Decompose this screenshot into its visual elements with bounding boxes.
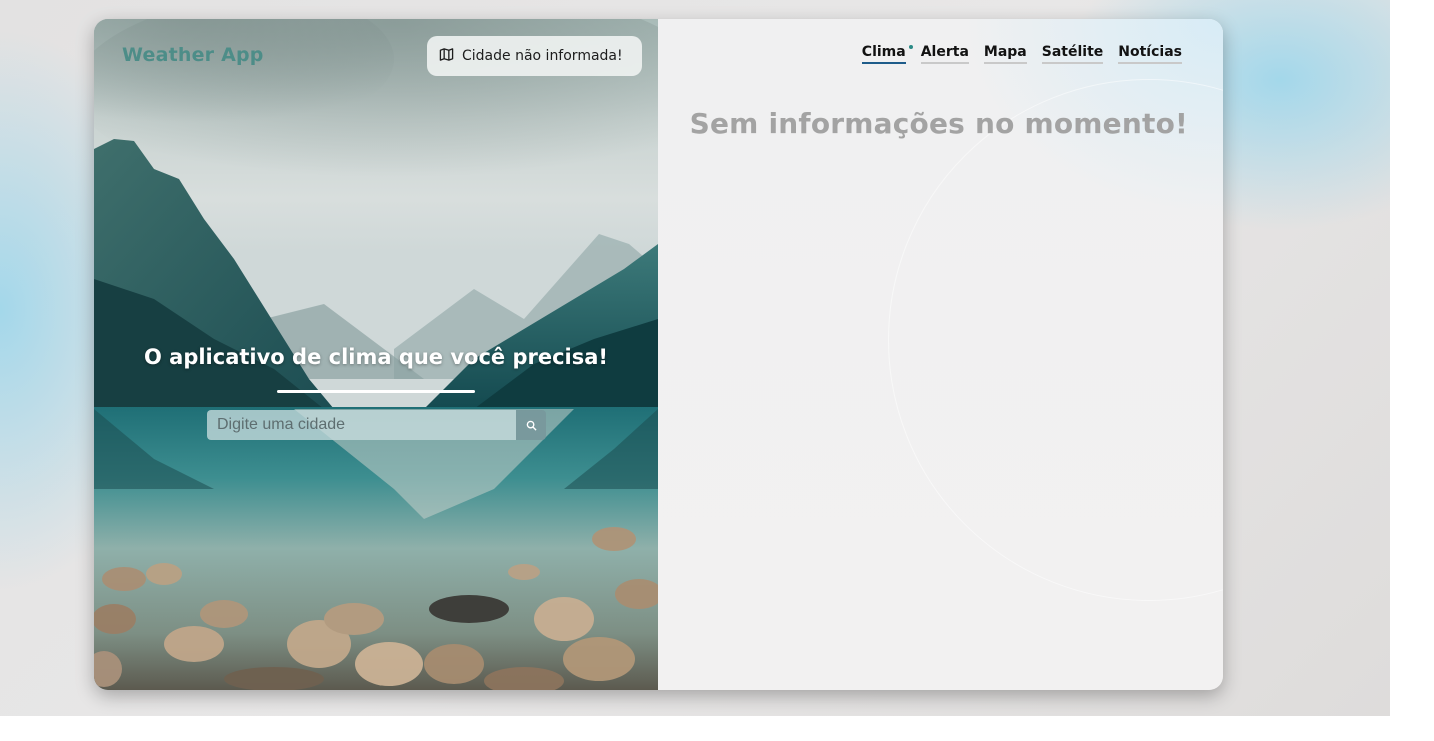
nav-item-mapa[interactable]: Mapa: [983, 44, 1027, 64]
nav-item-label: Alerta: [920, 44, 969, 60]
nav-item-label: Clima: [861, 44, 906, 60]
nav-item-satelite[interactable]: Satélite: [1041, 44, 1104, 64]
nav-item-label: Notícias: [1118, 44, 1182, 60]
search-icon: [526, 416, 537, 435]
hero-title-underline: [277, 390, 475, 393]
empty-state-message: Sem informações no momento!: [689, 107, 1188, 140]
nav-item-label: Mapa: [983, 44, 1027, 60]
city-search-input[interactable]: [207, 410, 516, 440]
main-nav: Clima Alerta Mapa Satélite Notícias: [861, 44, 1182, 64]
app-card: Weather App Cidade não informada! O apli…: [94, 19, 1223, 690]
nav-item-clima[interactable]: Clima: [861, 44, 913, 64]
nav-item-label: Satélite: [1041, 44, 1104, 60]
hero-title: O aplicativo de clima que você precisa!: [143, 345, 609, 369]
nav-item-noticias[interactable]: Notícias: [1118, 44, 1182, 64]
active-indicator-dot: [908, 45, 913, 49]
city-search: [207, 410, 546, 440]
brand-title: Weather App: [122, 44, 264, 66]
location-status-text: Cidade não informada!: [462, 48, 623, 64]
location-chip[interactable]: Cidade não informada!: [427, 36, 642, 76]
nav-item-alerta[interactable]: Alerta: [920, 44, 969, 64]
hero-panel: Weather App Cidade não informada! O apli…: [94, 19, 658, 690]
info-panel: Clima Alerta Mapa Satélite Notícias Sem …: [658, 19, 1223, 690]
map-icon: [439, 47, 454, 66]
search-button[interactable]: [516, 410, 546, 440]
